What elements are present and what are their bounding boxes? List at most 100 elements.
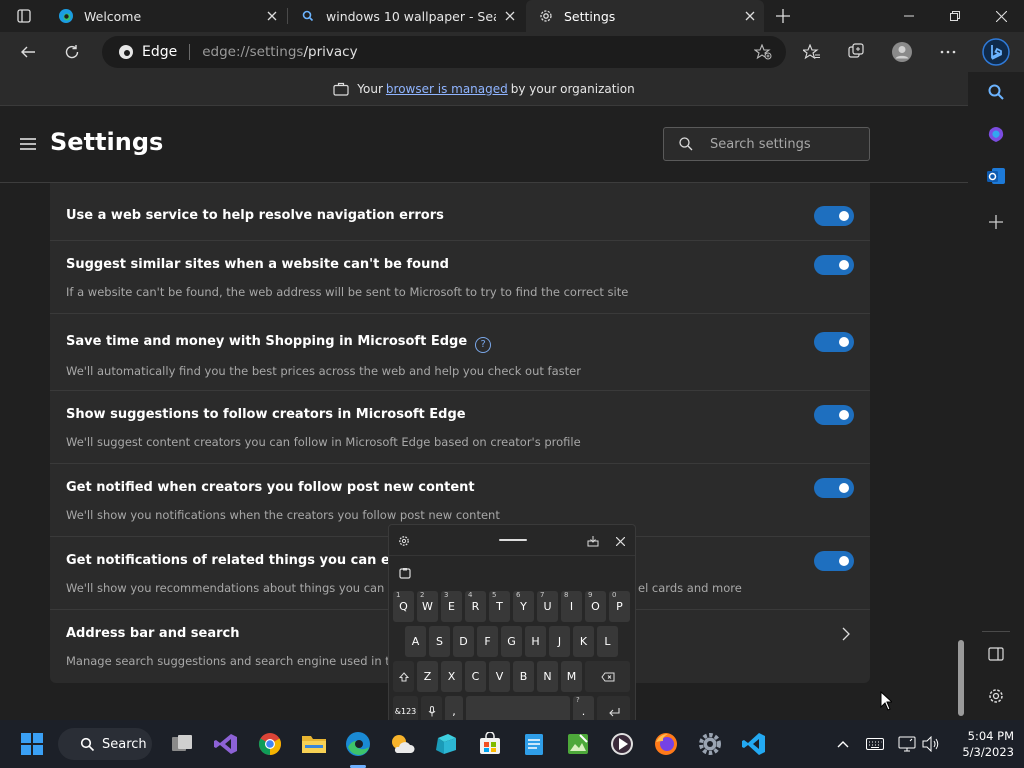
show-hidden-icons-button[interactable]: [826, 726, 860, 762]
key-j[interactable]: J: [549, 626, 570, 657]
setting-description: We'll show you recommendations about thi…: [66, 581, 420, 595]
settings-header: Settings: [0, 106, 968, 183]
app-icon-teal[interactable]: [428, 726, 464, 762]
key-f[interactable]: F: [477, 626, 498, 657]
key-w[interactable]: 2W: [417, 591, 438, 622]
scrollbar-thumb[interactable]: [958, 640, 964, 716]
microsoft-store-app[interactable]: [472, 726, 508, 762]
key-d[interactable]: D: [453, 626, 474, 657]
customize-sidebar-button[interactable]: [980, 680, 1012, 712]
clock-date: 5/3/2023: [962, 745, 1014, 759]
restore-button[interactable]: [932, 0, 978, 32]
sidebar-search-button[interactable]: [980, 76, 1012, 108]
add-favorite-icon[interactable]: [754, 44, 772, 60]
taskbar-search-button[interactable]: Search: [58, 728, 152, 760]
taskbar-clock[interactable]: 5:04 PM 5/3/2023: [950, 728, 1014, 760]
key-m[interactable]: M: [561, 661, 582, 692]
visual-studio-app[interactable]: [208, 726, 244, 762]
file-explorer-app[interactable]: [296, 726, 332, 762]
close-tab-icon[interactable]: [736, 2, 764, 30]
task-view-icon: [172, 735, 192, 751]
keyboard-drag-handle[interactable]: [499, 539, 527, 541]
profile-button[interactable]: [886, 36, 918, 68]
close-icon: [615, 536, 625, 546]
search-input[interactable]: [710, 136, 860, 152]
key-q[interactable]: 1Q: [393, 591, 414, 622]
favorites-button[interactable]: [796, 36, 828, 68]
tab-strip: Welcome windows 10 wallpaper - Search Se…: [0, 0, 1024, 32]
key-k[interactable]: K: [573, 626, 594, 657]
key-h[interactable]: H: [525, 626, 546, 657]
key-a[interactable]: A: [405, 626, 426, 657]
shopping-toggle[interactable]: [814, 332, 854, 352]
key-l[interactable]: L: [597, 626, 618, 657]
creator-notifications-toggle[interactable]: [814, 478, 854, 498]
key-b[interactable]: B: [513, 661, 534, 692]
tab-search[interactable]: windows 10 wallpaper - Search: [288, 0, 524, 32]
key-x[interactable]: X: [441, 661, 462, 692]
key-t[interactable]: 5T: [489, 591, 510, 622]
site-identity[interactable]: Edge: [118, 44, 177, 60]
new-tab-button[interactable]: [766, 0, 800, 32]
task-view-button[interactable]: [164, 726, 200, 762]
firefox-app[interactable]: [648, 726, 684, 762]
similar-sites-toggle[interactable]: [814, 255, 854, 275]
key-s[interactable]: S: [429, 626, 450, 657]
key-v[interactable]: V: [489, 661, 510, 692]
start-button[interactable]: [14, 726, 50, 762]
more-options-button[interactable]: [932, 36, 964, 68]
key-y[interactable]: 6Y: [513, 591, 534, 622]
touch-keyboard-tray-button[interactable]: [858, 726, 892, 762]
related-notifications-toggle[interactable]: [814, 551, 854, 571]
chrome-app[interactable]: [252, 726, 288, 762]
tab-welcome[interactable]: Welcome: [46, 0, 286, 32]
tab-settings[interactable]: Settings: [526, 0, 764, 32]
paint-app[interactable]: [560, 726, 596, 762]
close-keyboard-button[interactable]: [608, 531, 632, 551]
managed-link[interactable]: browser is managed: [386, 82, 508, 96]
close-tab-icon[interactable]: [258, 2, 286, 30]
creator-suggestions-toggle[interactable]: [814, 405, 854, 425]
key-e[interactable]: 3E: [441, 591, 462, 622]
close-window-button[interactable]: [978, 0, 1024, 32]
microphone-icon: [428, 706, 435, 717]
address-bar[interactable]: Edge edge://settings/privacy: [102, 36, 786, 68]
hamburger-menu-icon[interactable]: [18, 134, 38, 154]
clipboard-button[interactable]: [393, 563, 417, 583]
dock-keyboard-button[interactable]: [581, 531, 605, 551]
key-p[interactable]: 0P: [609, 591, 630, 622]
key-r[interactable]: 4R: [465, 591, 486, 622]
volume-tray-button[interactable]: [914, 726, 948, 762]
close-tab-icon[interactable]: [496, 2, 524, 30]
collections-button[interactable]: [840, 36, 872, 68]
weather-app[interactable]: [384, 726, 420, 762]
sidebar-add-button[interactable]: [980, 206, 1012, 238]
keyboard-settings-button[interactable]: [392, 531, 416, 551]
minimize-button[interactable]: [886, 0, 932, 32]
backspace-key[interactable]: [585, 661, 630, 692]
search-settings-box[interactable]: [663, 127, 870, 161]
notepad-app[interactable]: [516, 726, 552, 762]
media-player-app[interactable]: [604, 726, 640, 762]
tab-actions-button[interactable]: [2, 0, 46, 32]
edge-app[interactable]: [340, 726, 376, 762]
refresh-button[interactable]: [56, 36, 88, 68]
help-icon[interactable]: ?: [475, 337, 492, 353]
key-o[interactable]: 9O: [585, 591, 606, 622]
setting-title: Address bar and search: [66, 626, 240, 641]
navigation-errors-toggle[interactable]: [814, 206, 854, 226]
key-c[interactable]: C: [465, 661, 486, 692]
key-u[interactable]: 7U: [537, 591, 558, 622]
key-z[interactable]: Z: [417, 661, 438, 692]
key-n[interactable]: N: [537, 661, 558, 692]
sidebar-copilot-button[interactable]: [980, 118, 1012, 150]
key-i[interactable]: 8I: [561, 591, 582, 622]
vscode-app[interactable]: [736, 726, 772, 762]
shift-key[interactable]: [393, 661, 414, 692]
bing-chat-button[interactable]: [978, 36, 1014, 68]
key-g[interactable]: G: [501, 626, 522, 657]
settings-app[interactable]: [692, 726, 728, 762]
hide-sidebar-button[interactable]: [980, 638, 1012, 670]
sidebar-outlook-button[interactable]: [980, 160, 1012, 192]
back-button[interactable]: [12, 36, 44, 68]
